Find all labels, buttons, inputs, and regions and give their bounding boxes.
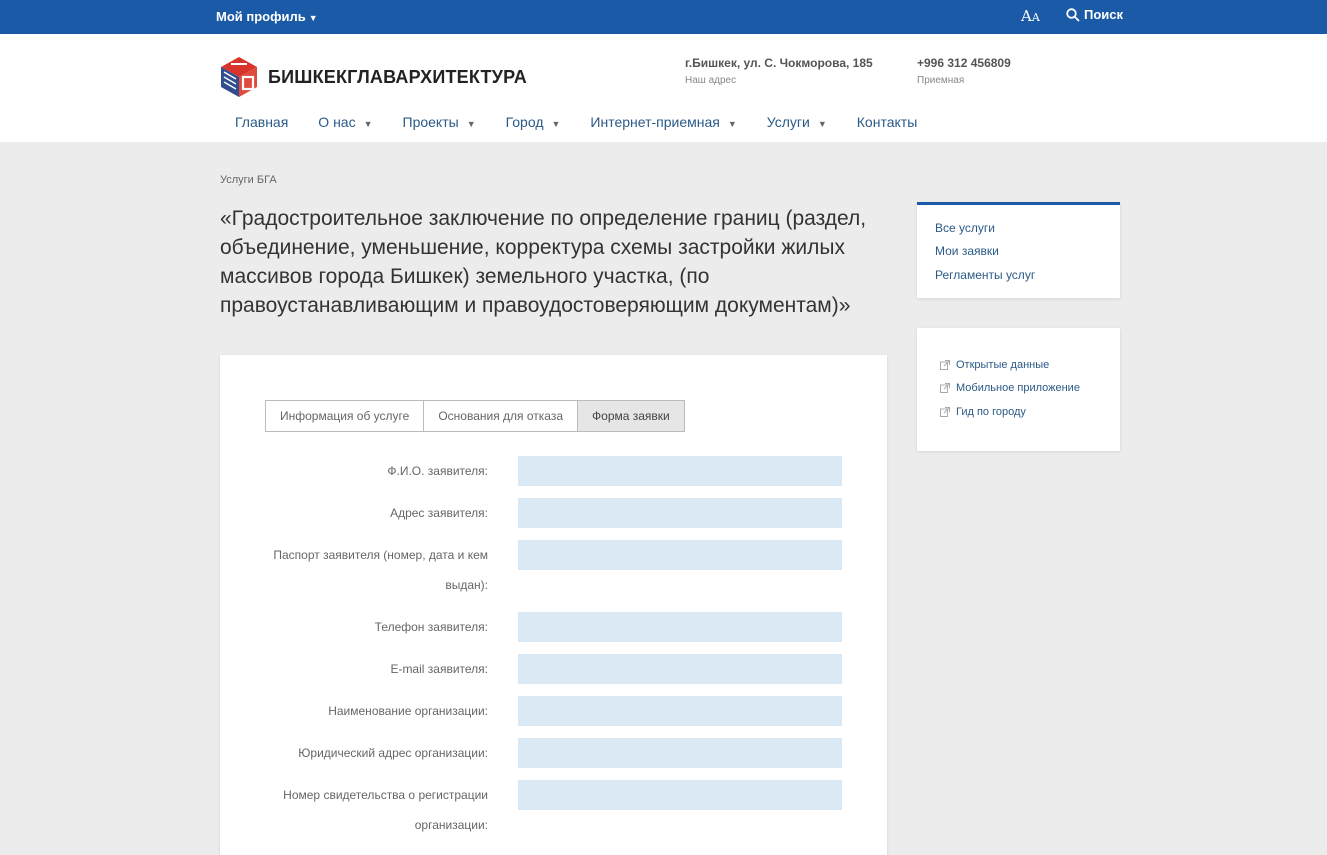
- sidebar-link-label: Открытые данные: [956, 359, 1050, 371]
- top-bar: Мой профиль ▼ AA Поиск: [0, 0, 1327, 34]
- field-label: Телефон заявителя:: [374, 620, 488, 634]
- nav-item-label: Услуги: [766, 114, 810, 130]
- nav-item-reception[interactable]: Интернет-приемная ▼: [590, 114, 736, 130]
- breadcrumb[interactable]: Услуги БГА: [220, 174, 277, 186]
- font-size-small-glyph: A: [1031, 11, 1040, 24]
- nav-item-label: Интернет-приемная: [590, 114, 720, 130]
- nav-item-projects[interactable]: Проекты ▼: [403, 114, 476, 130]
- external-link-icon: [940, 407, 950, 417]
- profile-menu[interactable]: Мой профиль ▼: [216, 9, 318, 24]
- service-card: Информация об услуге Основания для отказ…: [220, 355, 887, 855]
- nav-item-label: Главная: [235, 114, 289, 130]
- chevron-down-icon: ▼: [466, 119, 476, 129]
- logo-cube-icon: [221, 57, 257, 97]
- field-label: E-mail заявителя:: [390, 662, 488, 676]
- nav-item-about[interactable]: О нас ▼: [318, 114, 372, 130]
- field-label: Номер свидетельства о регистрации органи…: [283, 788, 488, 832]
- font-size-toggle[interactable]: AA: [1021, 7, 1040, 25]
- nav-item-services[interactable]: Услуги ▼: [767, 114, 827, 130]
- phone-caption: Приемная: [917, 75, 965, 86]
- phone-number[interactable]: +996 312 456809: [917, 56, 1011, 70]
- chevron-down-icon: ▼: [551, 119, 561, 129]
- applicant-passport-input[interactable]: [518, 540, 842, 570]
- address-block: г.Бишкек, ул. С. Чокморова, 185 Наш адре…: [685, 56, 873, 86]
- sidebar-link-label: Мобильное приложение: [956, 382, 1080, 394]
- nav-item-label: Проекты: [402, 114, 459, 130]
- organization-name-input[interactable]: [518, 696, 842, 726]
- logo-text: БИШКЕКГЛАВАРХИТЕКТУРА: [268, 66, 527, 87]
- nav-item-label: Город: [505, 114, 544, 130]
- organization-registration-number-input[interactable]: [518, 780, 842, 810]
- profile-label: Мой профиль: [216, 9, 306, 24]
- sidebar-link-city-guide[interactable]: Гид по городу: [940, 406, 1026, 418]
- phone-block: +996 312 456809 Приемная: [917, 56, 1011, 86]
- address-text: г.Бишкек, ул. С. Чокморова, 185: [685, 56, 873, 70]
- field-label: Юридический адрес организации:: [298, 746, 488, 760]
- field-label: Наименование организации:: [328, 704, 488, 718]
- sidebar-link-regulations[interactable]: Регламенты услуг: [935, 268, 1035, 282]
- chevron-down-icon: ▼: [727, 119, 737, 129]
- sidebar-link-label: Гид по городу: [956, 406, 1026, 418]
- sidebar-link-mobile-app[interactable]: Мобильное приложение: [940, 382, 1080, 394]
- nav-item-label: Контакты: [856, 114, 918, 130]
- applicant-phone-input[interactable]: [518, 612, 842, 642]
- chevron-down-icon: ▼: [308, 13, 318, 23]
- sidebar-link-my-applications[interactable]: Мои заявки: [935, 244, 999, 258]
- external-links-sidebar: Открытые данные Мобильное приложение Гид…: [917, 328, 1120, 451]
- search-button[interactable]: Поиск: [1066, 7, 1123, 22]
- nav-item-city[interactable]: Город ▼: [506, 114, 561, 130]
- nav-item-label: О нас: [318, 114, 356, 130]
- search-label: Поиск: [1084, 7, 1124, 22]
- applicant-address-input[interactable]: [518, 498, 842, 528]
- applicant-email-input[interactable]: [518, 654, 842, 684]
- font-size-big-glyph: A: [1021, 7, 1032, 25]
- external-link-icon: [940, 383, 950, 393]
- address-caption: Наш адрес: [685, 75, 737, 86]
- search-icon: [1066, 7, 1080, 22]
- site-header: БИШКЕКГЛАВАРХИТЕКТУРА г.Бишкек, ул. С. Ч…: [0, 34, 1327, 142]
- logo[interactable]: БИШКЕКГЛАВАРХИТЕКТУРА: [219, 56, 527, 98]
- external-link-icon: [940, 360, 950, 370]
- page-title: «Градостроительное заключение по определ…: [220, 207, 867, 317]
- sidebar-link-open-data[interactable]: Открытые данные: [940, 359, 1049, 371]
- nav-item-contacts[interactable]: Контакты: [857, 114, 917, 130]
- main-nav: Главная О нас ▼ Проекты ▼ Город ▼ Интернет-…: [235, 114, 947, 130]
- field-label: Ф.И.О. заявителя:: [387, 464, 488, 478]
- field-label: Паспорт заявителя (номер, дата и кем выд…: [273, 548, 488, 592]
- tab-service-info[interactable]: Информация об услуге: [265, 400, 425, 432]
- organization-legal-address-input[interactable]: [518, 738, 842, 768]
- sidebar-link-all-services[interactable]: Все услуги: [935, 221, 995, 235]
- services-sidebar: Все услуги Мои заявки Регламенты услуг: [917, 202, 1120, 298]
- service-tabs: Информация об услуге Основания для отказ…: [265, 400, 685, 432]
- nav-item-home[interactable]: Главная: [235, 114, 288, 130]
- tab-refusal-grounds[interactable]: Основания для отказа: [423, 400, 579, 432]
- field-label: Адрес заявителя:: [390, 506, 488, 520]
- applicant-name-input[interactable]: [518, 456, 842, 486]
- chevron-down-icon: ▼: [817, 119, 827, 129]
- chevron-down-icon: ▼: [363, 119, 373, 129]
- tab-application-form[interactable]: Форма заявки: [577, 400, 685, 432]
